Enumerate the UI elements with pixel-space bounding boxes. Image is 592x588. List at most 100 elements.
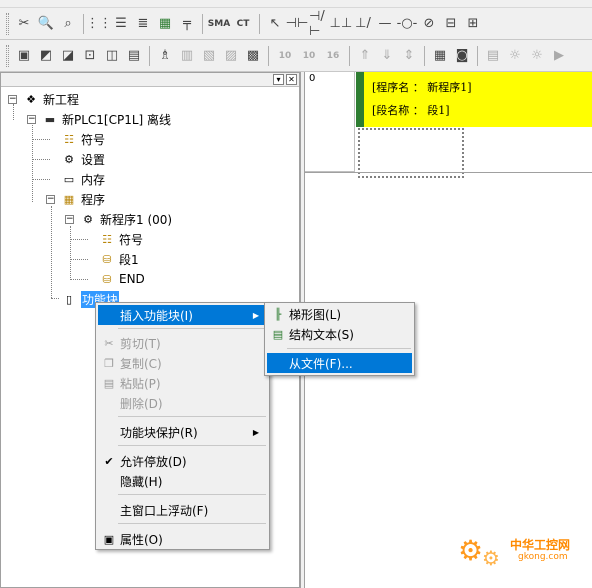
contact-or-icon[interactable]: ⊥⊥: [330, 13, 353, 35]
watch-icon[interactable]: ☰: [111, 13, 131, 35]
menu-label: 粘贴(P): [120, 376, 161, 391]
submenu-from-file[interactable]: 从文件(F)...: [267, 353, 412, 373]
select-icon[interactable]: ↖: [265, 13, 285, 35]
menu-properties[interactable]: ▣ 属性(O): [98, 529, 267, 549]
scissors-icon: ✂: [104, 336, 114, 350]
contact-nc-icon[interactable]: ⊣/⊢: [309, 9, 329, 39]
compile-icon[interactable]: ▨: [221, 45, 241, 67]
pane-dropdown-icon[interactable]: ▾: [273, 74, 284, 85]
contact-or-nc-icon[interactable]: ⊥/: [353, 13, 373, 35]
run-icon[interactable]: ▶: [549, 45, 569, 67]
cross-ref-icon[interactable]: ♗: [155, 45, 175, 67]
tree-label: END: [119, 272, 145, 286]
menu-label: 属性(O): [120, 532, 163, 547]
step2-icon[interactable]: ☼: [527, 45, 547, 67]
tree-item-project[interactable]: − ❖ 新工程: [8, 89, 79, 109]
compare-icon[interactable]: ⇕: [399, 45, 419, 67]
copy-icon: ❐: [104, 356, 114, 370]
rung-comment[interactable]: [程序名 ： 新程序1] [段名称 ： 段1]: [364, 72, 592, 127]
program-name-line: [程序名 ： 新程序1]: [372, 81, 472, 94]
io-table-icon[interactable]: ▥: [177, 45, 197, 67]
submenu-ladder[interactable]: ╟ 梯形图(L): [267, 304, 412, 324]
window-icon[interactable]: ▣: [14, 45, 34, 67]
zoom-10b-button[interactable]: 10: [298, 45, 320, 67]
tree-item-memory[interactable]: ▭ 内存: [61, 169, 105, 189]
props-icon[interactable]: ▤: [124, 45, 144, 67]
zoom-16-button[interactable]: 16: [322, 45, 344, 67]
tree-label: 新PLC1[CP1L] 离线: [62, 112, 172, 127]
menu-fb-protect[interactable]: 功能块保护(R) ▶: [98, 422, 267, 442]
ct-button[interactable]: CT: [232, 13, 254, 35]
tree-icon[interactable]: ╤: [177, 13, 197, 35]
toolbar-grip[interactable]: [6, 44, 9, 67]
menu-separator: [287, 348, 411, 349]
menu-copy[interactable]: ❐ 复制(C): [98, 353, 267, 373]
tree-line: [51, 298, 59, 299]
menu-float-main[interactable]: 主窗口上浮动(F): [98, 500, 267, 520]
symbols-icon: ☷: [102, 232, 112, 246]
online-icon[interactable]: ▩: [243, 45, 263, 67]
tree-line: [70, 239, 88, 240]
instruction-icon[interactable]: ⊟: [441, 13, 461, 35]
zoom-icon[interactable]: 🔍: [36, 13, 56, 35]
properties-icon: ▣: [103, 532, 115, 546]
memory-icon[interactable]: ▧: [199, 45, 219, 67]
coil-icon[interactable]: -○-: [397, 13, 418, 35]
tree-item-program1[interactable]: − ⚙ 新程序1 (00): [65, 209, 172, 229]
zoom-10-button[interactable]: 10: [274, 45, 296, 67]
menu-label: 梯形图(L): [289, 307, 342, 322]
hline-icon[interactable]: —: [375, 13, 395, 35]
upload-icon[interactable]: ⇑: [355, 45, 375, 67]
window2-icon[interactable]: ◩: [36, 45, 56, 67]
mode-icon[interactable]: ◙: [452, 45, 472, 67]
find-icon[interactable]: ⌕: [58, 13, 78, 35]
toolbar-separator: [477, 45, 478, 66]
tree-pane-header: ▾ ✕: [1, 73, 299, 87]
menu-delete[interactable]: 删除(D): [98, 393, 267, 413]
menu-cut[interactable]: ✂ 剪切(T): [98, 333, 267, 353]
debug-icon[interactable]: ▤: [483, 45, 503, 67]
window5-icon[interactable]: ◫: [102, 45, 122, 67]
download-icon[interactable]: ⇓: [377, 45, 397, 67]
edit-cursor[interactable]: [358, 128, 464, 178]
list-icon[interactable]: ≣: [133, 13, 153, 35]
toolbar-separator: [149, 45, 150, 66]
tree-item-settings[interactable]: ⚙ 设置: [61, 149, 105, 169]
toolbar-separator: [268, 45, 269, 66]
block-icon[interactable]: ⊞: [463, 13, 483, 35]
plc-icon: ▬: [44, 112, 56, 126]
collapse-icon[interactable]: −: [8, 94, 17, 104]
contact-no-icon[interactable]: ⊣⊢: [286, 13, 309, 35]
pane-close-icon[interactable]: ✕: [286, 74, 297, 85]
tree-item-plc[interactable]: − ▬ 新PLC1[CP1L] 离线: [27, 109, 171, 129]
collapse-icon[interactable]: −: [27, 114, 36, 124]
toolbar-separator: [424, 45, 425, 66]
watermark-logo: ⚙ ⚙ 中华工控网 gkong.com: [458, 528, 588, 584]
cut-icon[interactable]: ✂: [14, 13, 34, 35]
tree-item-prog-symbols[interactable]: ☷ 符号: [99, 229, 143, 249]
menu-separator: [118, 523, 266, 524]
step-icon[interactable]: ☼: [505, 45, 525, 67]
structured-text-icon: ▤: [272, 327, 284, 341]
memory-chip-icon: ▭: [63, 172, 75, 186]
collapse-icon[interactable]: −: [65, 214, 74, 224]
window4-icon[interactable]: ⊡: [80, 45, 100, 67]
menu-allow-dock[interactable]: ✔ 允许停放(D): [98, 451, 267, 471]
menu-paste[interactable]: ▤ 粘贴(P): [98, 373, 267, 393]
sma-button[interactable]: SMA: [208, 13, 230, 35]
tree-item-symbols[interactable]: ☷ 符号: [61, 129, 105, 149]
collapse-icon[interactable]: −: [46, 194, 55, 204]
tree-item-end[interactable]: ⛁ END: [99, 269, 145, 289]
coil-nc-icon[interactable]: ⊘: [419, 13, 439, 35]
program-icon[interactable]: ▦: [430, 45, 450, 67]
menu-separator: [118, 445, 266, 446]
window3-icon[interactable]: ◪: [58, 45, 78, 67]
menu-hide[interactable]: 隐藏(H): [98, 471, 267, 491]
tree-item-section1[interactable]: ⛁ 段1: [99, 249, 138, 269]
menu-insert-fb[interactable]: 插入功能块(I) ▶: [98, 305, 267, 325]
tree-item-programs[interactable]: − ▦ 程序: [46, 189, 105, 209]
submenu-structured-text[interactable]: ▤ 结构文本(S): [267, 324, 412, 344]
grid-icon[interactable]: ⋮⋮: [86, 13, 112, 35]
toolbar-grip[interactable]: [6, 12, 9, 35]
monitor-icon[interactable]: ▦: [155, 13, 175, 35]
